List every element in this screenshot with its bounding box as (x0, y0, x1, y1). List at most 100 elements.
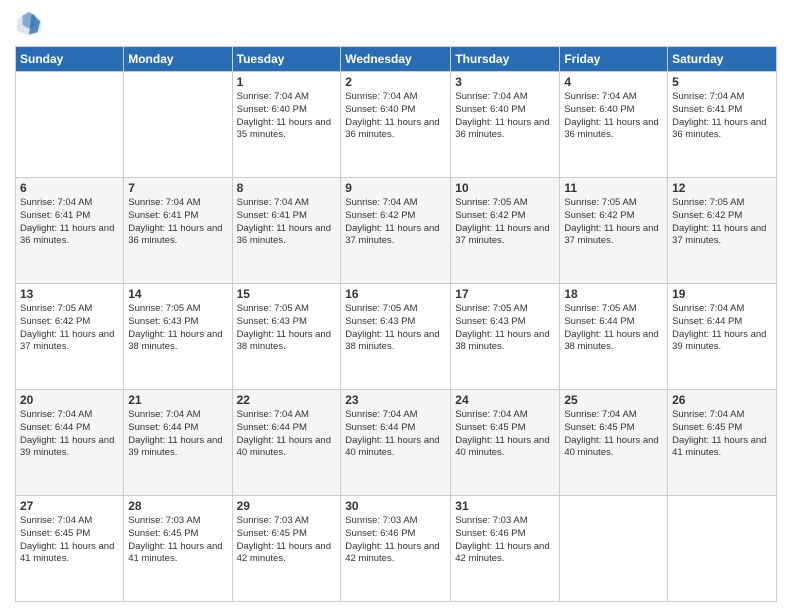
day-number: 6 (20, 181, 119, 195)
calendar-cell (16, 72, 124, 178)
calendar-cell: 17Sunrise: 7:05 AM Sunset: 6:43 PM Dayli… (451, 284, 560, 390)
calendar-cell: 29 Sunrise: 7:03 AM Sunset: 6:45 PM Dayli… (232, 496, 341, 602)
calendar-week-row: 27Sunrise: 7:04 AM Sunset: 6:45 PM Dayli… (16, 496, 777, 602)
calendar-cell: 6 Sunrise: 7:04 AM Sunset: 6:41 PM Daylig… (16, 178, 124, 284)
calendar-cell (668, 496, 777, 602)
calendar-table: SundayMondayTuesdayWednesdayThursdayFrid… (15, 46, 777, 602)
logo-icon (15, 10, 43, 38)
day-detail: Sunrise: 7:04 AM Sunset: 6:45 PM Dayligh… (564, 409, 663, 460)
calendar-cell: 10 Sunrise: 7:05 AM Sunset: 6:42 PM Dayli… (451, 178, 560, 284)
day-detail: Sunrise: 7:04 AM Sunset: 6:41 PM Dayligh… (237, 197, 337, 248)
day-number: 8 (237, 181, 337, 195)
calendar-header: SundayMondayTuesdayWednesdayThursdayFrid… (16, 47, 777, 72)
calendar-cell: 12 Sunrise: 7:05 AM Sunset: 6:42 PM Dayli… (668, 178, 777, 284)
calendar-cell: 2 Sunrise: 7:04 AM Sunset: 6:40 PM Daylig… (341, 72, 451, 178)
day-detail: Sunrise: 7:04 AM Sunset: 6:44 PM Dayligh… (345, 409, 446, 460)
day-detail: Sunrise: 7:04 AM Sunset: 6:44 PM Dayligh… (20, 409, 119, 460)
day-of-week-header: Thursday (451, 47, 560, 72)
calendar-cell: 16Sunrise: 7:05 AM Sunset: 6:43 PM Dayli… (341, 284, 451, 390)
calendar-body: 1 Sunrise: 7:04 AM Sunset: 6:40 PM Daylig… (16, 72, 777, 602)
calendar-cell: 11 Sunrise: 7:05 AM Sunset: 6:42 PM Dayli… (560, 178, 668, 284)
day-number: 25 (564, 393, 663, 407)
page: SundayMondayTuesdayWednesdayThursdayFrid… (0, 0, 792, 612)
day-detail: Sunrise: 7:04 AM Sunset: 6:40 PM Dayligh… (345, 91, 446, 142)
day-number: 14 (128, 287, 227, 301)
day-number: 7 (128, 181, 227, 195)
day-detail: Sunrise: 7:03 AM Sunset: 6:46 PM Dayligh… (455, 515, 555, 566)
calendar-week-row: 6 Sunrise: 7:04 AM Sunset: 6:41 PM Daylig… (16, 178, 777, 284)
day-detail: Sunrise: 7:04 AM Sunset: 6:44 PM Dayligh… (237, 409, 337, 460)
day-detail: Sunrise: 7:05 AM Sunset: 6:42 PM Dayligh… (455, 197, 555, 248)
day-detail: Sunrise: 7:04 AM Sunset: 6:40 PM Dayligh… (455, 91, 555, 142)
day-detail: Sunrise: 7:04 AM Sunset: 6:42 PM Dayligh… (345, 197, 446, 248)
day-number: 1 (237, 75, 337, 89)
day-number: 3 (455, 75, 555, 89)
days-of-week-row: SundayMondayTuesdayWednesdayThursdayFrid… (16, 47, 777, 72)
day-detail: Sunrise: 7:05 AM Sunset: 6:43 PM Dayligh… (455, 303, 555, 354)
calendar-cell: 21 Sunrise: 7:04 AM Sunset: 6:44 PM Dayli… (124, 390, 232, 496)
day-detail: Sunrise: 7:05 AM Sunset: 6:42 PM Dayligh… (564, 197, 663, 248)
logo (15, 10, 47, 38)
day-detail: Sunrise: 7:04 AM Sunset: 6:40 PM Dayligh… (564, 91, 663, 142)
day-number: 30 (345, 499, 446, 513)
day-number: 20 (20, 393, 119, 407)
calendar-cell: 5 Sunrise: 7:04 AM Sunset: 6:41 PM Daylig… (668, 72, 777, 178)
day-number: 2 (345, 75, 446, 89)
day-detail: Sunrise: 7:04 AM Sunset: 6:41 PM Dayligh… (672, 91, 772, 142)
day-number: 24 (455, 393, 555, 407)
day-detail: Sunrise: 7:04 AM Sunset: 6:44 PM Dayligh… (128, 409, 227, 460)
day-detail: Sunrise: 7:03 AM Sunset: 6:45 PM Dayligh… (237, 515, 337, 566)
calendar-cell: 7 Sunrise: 7:04 AM Sunset: 6:41 PM Daylig… (124, 178, 232, 284)
calendar-cell: 22 Sunrise: 7:04 AM Sunset: 6:44 PM Dayli… (232, 390, 341, 496)
day-detail: Sunrise: 7:04 AM Sunset: 6:41 PM Dayligh… (128, 197, 227, 248)
calendar-cell: 28Sunrise: 7:03 AM Sunset: 6:45 PM Dayli… (124, 496, 232, 602)
day-detail: Sunrise: 7:05 AM Sunset: 6:43 PM Dayligh… (128, 303, 227, 354)
day-detail: Sunrise: 7:05 AM Sunset: 6:44 PM Dayligh… (564, 303, 663, 354)
calendar-cell: 15Sunrise: 7:05 AM Sunset: 6:43 PM Dayli… (232, 284, 341, 390)
calendar-cell: 30 Sunrise: 7:03 AM Sunset: 6:46 PM Dayli… (341, 496, 451, 602)
day-detail: Sunrise: 7:03 AM Sunset: 6:46 PM Dayligh… (345, 515, 446, 566)
day-detail: Sunrise: 7:03 AM Sunset: 6:45 PM Dayligh… (128, 515, 227, 566)
day-number: 19 (672, 287, 772, 301)
day-of-week-header: Wednesday (341, 47, 451, 72)
day-number: 10 (455, 181, 555, 195)
header (15, 10, 777, 38)
calendar-cell: 23Sunrise: 7:04 AM Sunset: 6:44 PM Dayli… (341, 390, 451, 496)
calendar-cell: 26Sunrise: 7:04 AM Sunset: 6:45 PM Dayli… (668, 390, 777, 496)
calendar-week-row: 13Sunrise: 7:05 AM Sunset: 6:42 PM Dayli… (16, 284, 777, 390)
calendar-cell: 4 Sunrise: 7:04 AM Sunset: 6:40 PM Daylig… (560, 72, 668, 178)
day-of-week-header: Saturday (668, 47, 777, 72)
day-detail: Sunrise: 7:04 AM Sunset: 6:41 PM Dayligh… (20, 197, 119, 248)
day-number: 9 (345, 181, 446, 195)
day-of-week-header: Monday (124, 47, 232, 72)
day-of-week-header: Friday (560, 47, 668, 72)
day-number: 31 (455, 499, 555, 513)
day-detail: Sunrise: 7:04 AM Sunset: 6:45 PM Dayligh… (20, 515, 119, 566)
day-number: 21 (128, 393, 227, 407)
calendar-cell: 1Sunrise: 7:04 AM Sunset: 6:40 PM Daylig… (232, 72, 341, 178)
day-number: 18 (564, 287, 663, 301)
day-number: 22 (237, 393, 337, 407)
day-number: 12 (672, 181, 772, 195)
day-number: 29 (237, 499, 337, 513)
calendar-cell: 19 Sunrise: 7:04 AM Sunset: 6:44 PM Dayli… (668, 284, 777, 390)
calendar-week-row: 1 Sunrise: 7:04 AM Sunset: 6:40 PM Daylig… (16, 72, 777, 178)
calendar-cell (124, 72, 232, 178)
day-number: 4 (564, 75, 663, 89)
day-number: 5 (672, 75, 772, 89)
calendar-cell: 9 Sunrise: 7:04 AM Sunset: 6:42 PM Daylig… (341, 178, 451, 284)
calendar-cell: 13Sunrise: 7:05 AM Sunset: 6:42 PM Dayli… (16, 284, 124, 390)
day-number: 15 (237, 287, 337, 301)
calendar-cell: 27Sunrise: 7:04 AM Sunset: 6:45 PM Dayli… (16, 496, 124, 602)
day-detail: Sunrise: 7:05 AM Sunset: 6:42 PM Dayligh… (672, 197, 772, 248)
day-number: 26 (672, 393, 772, 407)
calendar-cell: 14 Sunrise: 7:05 AM Sunset: 6:43 PM Dayli… (124, 284, 232, 390)
calendar-cell: 24Sunrise: 7:04 AM Sunset: 6:45 PM Dayli… (451, 390, 560, 496)
day-number: 11 (564, 181, 663, 195)
calendar-cell: 8 Sunrise: 7:04 AM Sunset: 6:41 PM Daylig… (232, 178, 341, 284)
day-number: 16 (345, 287, 446, 301)
calendar-cell: 25 Sunrise: 7:04 AM Sunset: 6:45 PM Dayli… (560, 390, 668, 496)
calendar-cell: 20 Sunrise: 7:04 AM Sunset: 6:44 PM Dayli… (16, 390, 124, 496)
calendar-cell (560, 496, 668, 602)
day-detail: Sunrise: 7:04 AM Sunset: 6:44 PM Dayligh… (672, 303, 772, 354)
